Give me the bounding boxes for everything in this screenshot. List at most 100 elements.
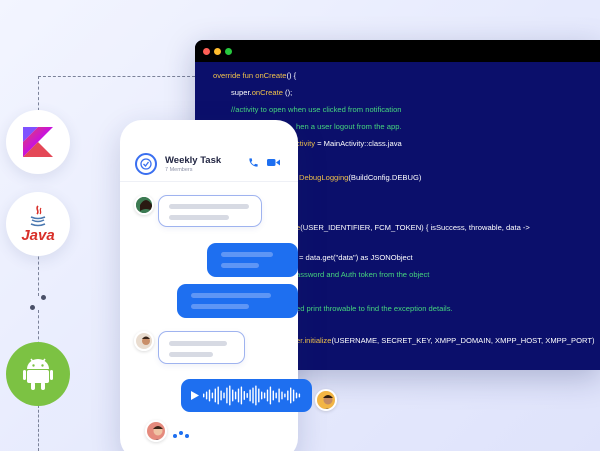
code-token: (BuildConfig.DEBUG) [348, 173, 422, 182]
waveform-bar [275, 392, 277, 399]
waveform-bar [208, 389, 211, 402]
code-token: (USER_IDENTIFIER, FCM_TOKEN) { isSuccess… [300, 223, 530, 232]
voice-message-bubble[interactable] [181, 379, 312, 412]
message-bubble-incoming[interactable] [158, 195, 262, 227]
android-robot-logo [23, 358, 53, 390]
person-avatar-image [136, 333, 152, 349]
connector-line-bottom [38, 405, 39, 451]
code-token: super. [231, 88, 252, 97]
avatar[interactable] [315, 389, 337, 411]
waveform-bar [290, 387, 292, 404]
person-avatar-image [147, 422, 165, 440]
chat-title: Weekly Task [165, 155, 222, 166]
chat-members-count: 7 Members [165, 167, 193, 173]
window-close-dot[interactable] [203, 47, 210, 55]
waveform-bar [234, 391, 237, 400]
code-token: assword and Auth token from the object [296, 270, 430, 279]
code-token: (); [282, 88, 293, 97]
code-token: = MainActivity::class.java [314, 139, 402, 148]
check-circle-icon [140, 158, 152, 170]
waveform-bar [211, 392, 214, 399]
message-bubble-incoming[interactable] [158, 331, 245, 364]
waveform-bar [232, 389, 234, 402]
waveform-bar [272, 390, 274, 401]
waveform-bar [295, 392, 298, 399]
window-minimize-dot[interactable] [214, 47, 221, 55]
connector-dot [30, 305, 35, 310]
waveform-bar [258, 388, 260, 403]
code-token: DebugLogging [299, 173, 349, 182]
code-line: ctivity = MainActivity::class.java [296, 139, 402, 148]
code-token: onCreate [255, 71, 287, 80]
video-call-icon[interactable] [267, 157, 280, 168]
code-line: override fun onCreate() { [213, 71, 296, 80]
code-line: e(USER_IDENTIFIER, FCM_TOKEN) { isSucces… [296, 223, 530, 232]
kotlin-icon [6, 110, 70, 174]
waveform-bar [287, 390, 289, 401]
code-token: (USERNAME, SECRET_KEY, XMPP_DOMAIN, XMPP… [331, 336, 595, 345]
window-titlebar [195, 40, 600, 62]
waveform-bar [278, 388, 280, 403]
waveform-bar [214, 388, 216, 403]
code-token: ed print throwable to find the exception… [296, 304, 453, 313]
window-maximize-dot[interactable] [225, 47, 232, 55]
waveform-bar [266, 389, 269, 402]
code-token: ctivity [296, 139, 315, 148]
waveform-bar [261, 391, 263, 400]
waveform-bar [249, 389, 251, 402]
waveform-bar [252, 387, 254, 404]
waveform-bar [292, 389, 295, 402]
code-token: //activity to open when use clicked from… [231, 105, 402, 114]
waveform-bar [220, 390, 222, 401]
avatar[interactable] [134, 195, 154, 215]
waveform-bar [217, 386, 219, 405]
android-icon [6, 342, 70, 406]
phone-icon[interactable] [248, 157, 259, 168]
waveform-bar [284, 393, 286, 398]
java-label: Java [21, 226, 55, 244]
code-token: er.initialize [296, 336, 332, 345]
code-line: assword and Auth token from the object [296, 270, 429, 279]
chat-header: Weekly Task 7 Members [120, 120, 298, 182]
message-bubble-outgoing[interactable] [207, 243, 298, 277]
connector-line-top [38, 76, 200, 77]
waveform-bar [269, 386, 272, 405]
waveform-bar [246, 393, 248, 398]
waveform-bar [281, 391, 283, 400]
message-bubble-outgoing[interactable] [177, 284, 298, 318]
waveform-bar [255, 385, 257, 406]
code-line: hen a user logout from the app. [296, 122, 402, 131]
avatar[interactable] [134, 331, 154, 351]
waveform-bar [223, 392, 225, 399]
play-icon[interactable] [191, 391, 199, 400]
waveform-bar [240, 386, 243, 405]
code-token: = data.get("data") as JSONObject [299, 253, 413, 262]
java-icon: Java [6, 192, 70, 256]
waveform-bar [243, 391, 245, 400]
waveform-bar [237, 388, 240, 403]
code-line: er.initialize(USERNAME, SECRET_KEY, XMPP… [296, 336, 595, 345]
person-avatar-image [317, 391, 335, 409]
code-token: onCreate [251, 88, 283, 97]
waveform-bar [226, 387, 228, 404]
waveform-bar [229, 385, 231, 406]
audio-waveform [203, 385, 301, 406]
java-cup-logo [30, 204, 46, 226]
group-avatar[interactable] [135, 153, 157, 175]
waveform-bar [203, 393, 205, 398]
code-line: DebugLogging(BuildConfig.DEBUG) [299, 173, 421, 182]
kotlin-logo [23, 127, 53, 157]
connector-dot [41, 295, 46, 300]
code-line: ed print throwable to find the exception… [296, 304, 453, 313]
code-token: () { [286, 71, 297, 80]
code-line: = data.get("data") as JSONObject [299, 253, 413, 262]
code-token: override fun [213, 71, 256, 80]
waveform-bar [263, 392, 266, 399]
waveform-bar [298, 393, 301, 398]
code-line: super.onCreate (); [231, 88, 292, 97]
code-token: hen a user logout from the app. [296, 122, 402, 131]
waveform-bar [205, 391, 208, 400]
avatar[interactable] [145, 420, 167, 442]
person-avatar-image [136, 197, 152, 213]
code-line: //activity to open when use clicked from… [231, 105, 402, 114]
